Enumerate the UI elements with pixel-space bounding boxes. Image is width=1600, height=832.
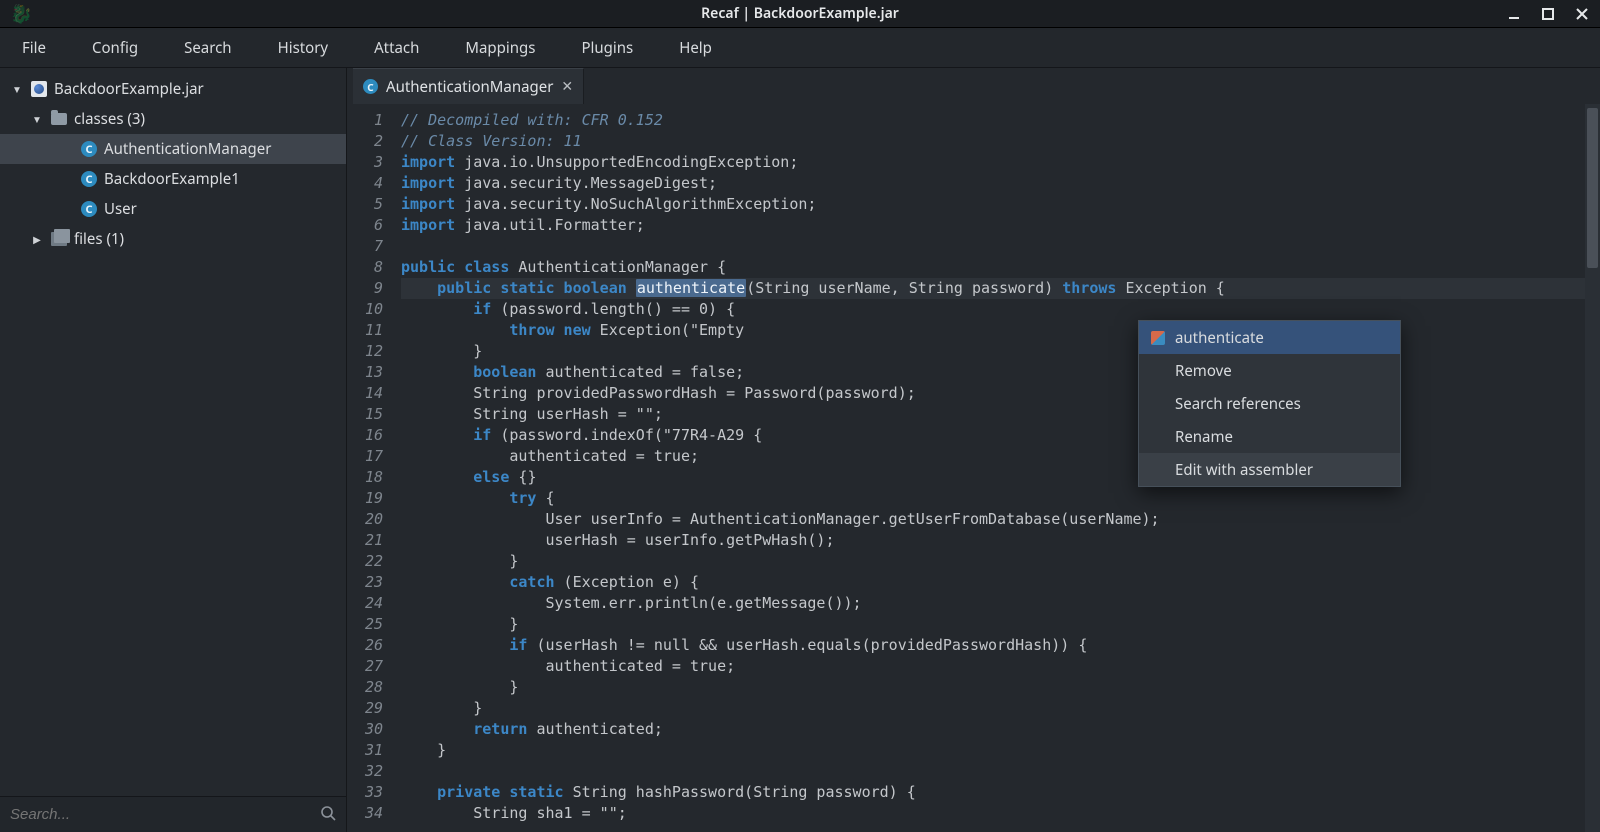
folder-icon <box>51 113 67 125</box>
tree-item-authenticationmanager[interactable]: C AuthenticationManager <box>0 134 346 164</box>
class-icon: C <box>81 201 97 217</box>
chevron-down-icon[interactable]: ▼ <box>30 112 44 126</box>
sidebar: ▼ BackdoorExample.jar ▼ classes (3) C Au… <box>0 68 347 832</box>
line-number-gutter: 1234567891011121314151617181920212223242… <box>347 104 393 832</box>
tab-bar: C AuthenticationManager ✕ <box>347 68 1600 104</box>
tree-root-label: BackdoorExample.jar <box>54 79 204 99</box>
class-icon: C <box>81 141 97 157</box>
menu-plugins[interactable]: Plugins <box>577 32 637 64</box>
ctx-item-remove[interactable]: Remove <box>1139 354 1400 387</box>
window-title: Recaf | BackdoorExample.jar <box>701 4 899 23</box>
vertical-scrollbar[interactable] <box>1585 104 1600 832</box>
ctx-item-rename[interactable]: Rename <box>1139 420 1400 453</box>
tree-item-user[interactable]: C User <box>0 194 346 224</box>
menu-help[interactable]: Help <box>675 32 716 64</box>
chevron-down-icon[interactable]: ▼ <box>10 82 24 96</box>
close-icon[interactable]: ✕ <box>561 77 573 96</box>
menu-attach[interactable]: Attach <box>370 32 423 64</box>
class-icon: C <box>81 171 97 187</box>
ctx-label: Remove <box>1175 361 1232 381</box>
kali-logo-icon: 🐉 <box>10 2 32 26</box>
minimize-button[interactable] <box>1504 4 1524 24</box>
menu-search[interactable]: Search <box>180 32 235 64</box>
menu-history[interactable]: History <box>274 32 333 64</box>
chevron-right-icon[interactable]: ▶ <box>30 232 44 246</box>
tree-files-folder[interactable]: ▶ files (1) <box>0 224 346 254</box>
jar-icon <box>31 81 47 97</box>
tree-item-label: AuthenticationManager <box>104 139 271 159</box>
window-controls <box>1504 0 1592 28</box>
code-content[interactable]: // Decompiled with: CFR 0.152// Class Ve… <box>393 104 1585 832</box>
file-tree: ▼ BackdoorExample.jar ▼ classes (3) C Au… <box>0 68 346 796</box>
class-icon: C <box>363 79 378 94</box>
tree-item-label: User <box>104 199 137 219</box>
ctx-label: Search references <box>1175 394 1301 414</box>
files-icon <box>51 232 67 246</box>
tree-classes-folder[interactable]: ▼ classes (3) <box>0 104 346 134</box>
titlebar: 🐉 Recaf | BackdoorExample.jar <box>0 0 1600 28</box>
method-icon <box>1151 331 1165 345</box>
close-button[interactable] <box>1572 4 1592 24</box>
ctx-item-search-references[interactable]: Search references <box>1139 387 1400 420</box>
tab-authenticationmanager[interactable]: C AuthenticationManager ✕ <box>353 68 584 104</box>
scrollbar-thumb[interactable] <box>1587 108 1598 268</box>
tree-item-label: BackdoorExample1 <box>104 169 240 189</box>
search-icon[interactable] <box>320 804 336 826</box>
search-input[interactable] <box>10 806 320 823</box>
editor-area: C AuthenticationManager ✕ 12345678910111… <box>347 68 1600 832</box>
menu-mappings[interactable]: Mappings <box>461 32 539 64</box>
context-menu: authenticate Remove Search references Re… <box>1138 320 1401 487</box>
menubar: File Config Search History Attach Mappin… <box>0 28 1600 68</box>
maximize-button[interactable] <box>1538 4 1558 24</box>
ctx-item-authenticate[interactable]: authenticate <box>1139 321 1400 354</box>
menu-file[interactable]: File <box>18 32 50 64</box>
ctx-item-edit-with-assembler[interactable]: Edit with assembler <box>1139 453 1400 486</box>
tree-root-jar[interactable]: ▼ BackdoorExample.jar <box>0 74 346 104</box>
sidebar-search <box>0 796 346 832</box>
ctx-label: Edit with assembler <box>1175 460 1313 480</box>
tab-label: AuthenticationManager <box>386 77 553 97</box>
tree-item-backdoorexample1[interactable]: C BackdoorExample1 <box>0 164 346 194</box>
menu-config[interactable]: Config <box>88 32 142 64</box>
tree-files-label: files (1) <box>74 229 124 249</box>
ctx-label: authenticate <box>1175 328 1264 348</box>
ctx-label: Rename <box>1175 427 1233 447</box>
tree-classes-label: classes (3) <box>74 109 145 129</box>
code-editor[interactable]: 1234567891011121314151617181920212223242… <box>347 104 1600 832</box>
